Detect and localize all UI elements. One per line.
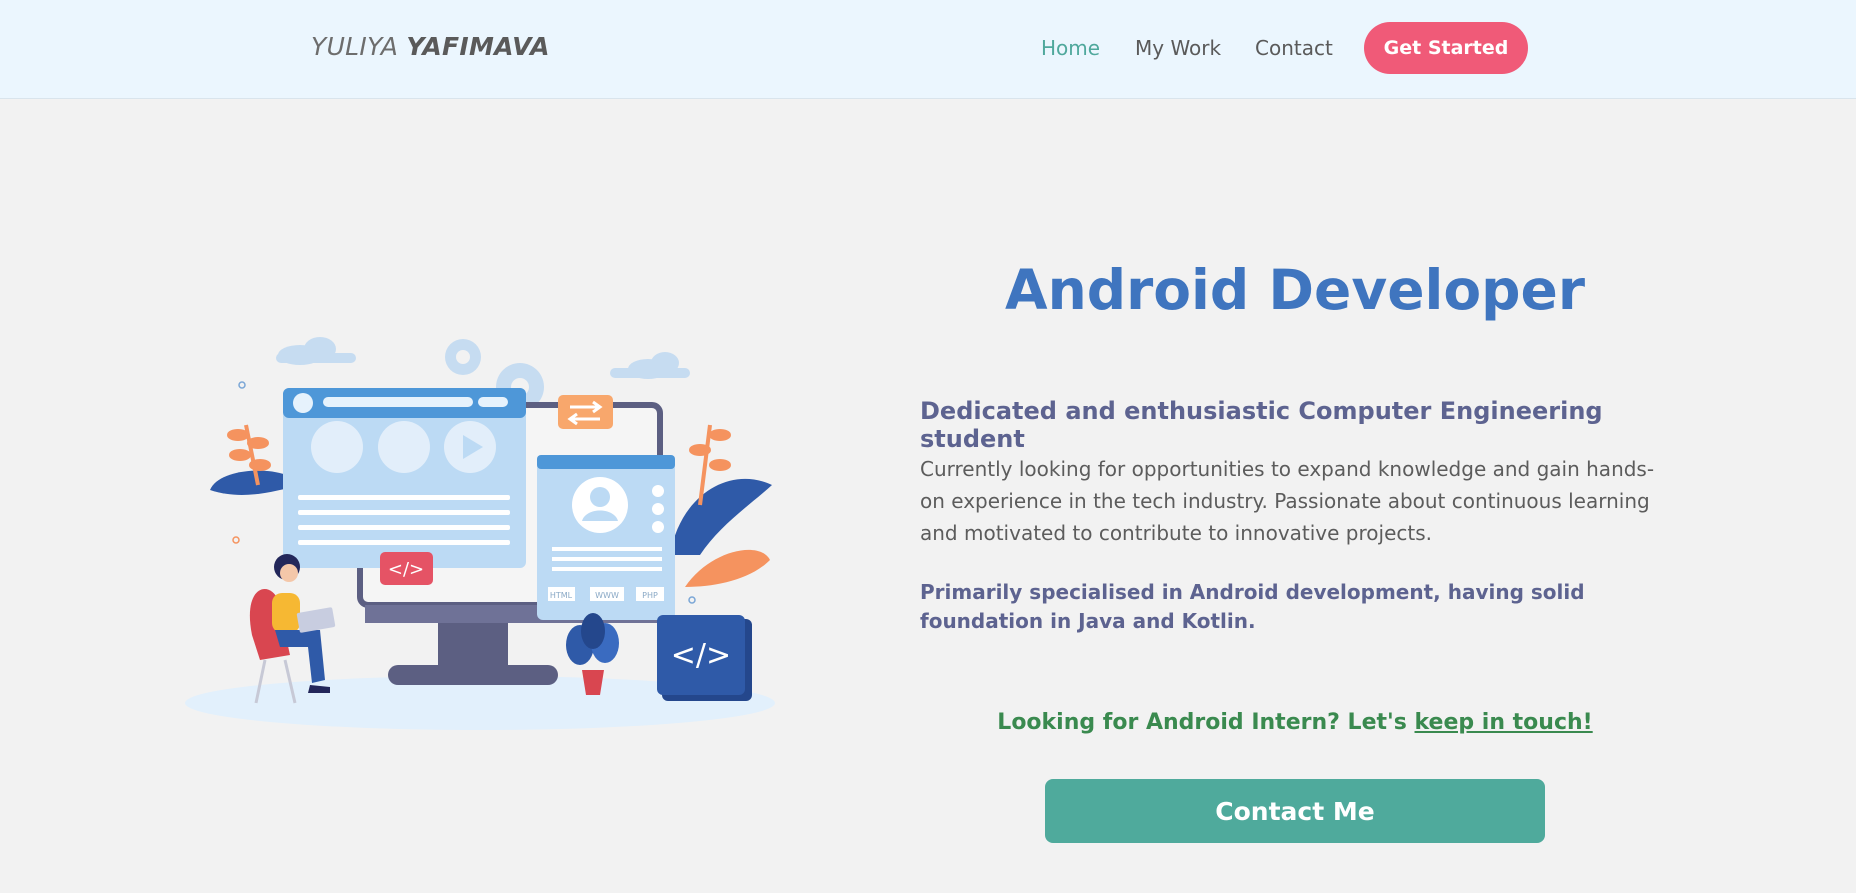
leaf-right-orange	[685, 549, 770, 587]
hero-specialisation: Primarily specialised in Android develop…	[920, 580, 1585, 633]
music-icon	[311, 421, 363, 473]
developer-workspace-illustration: </> HTML WWW PHP </>	[185, 337, 775, 730]
brand-logo[interactable]: YULIYA YAFIMAVA	[311, 32, 550, 61]
page-title: Android Developer	[1005, 258, 1585, 322]
keep-in-touch-link[interactable]: keep in touch!	[1415, 710, 1593, 735]
nav-link-home[interactable]: Home	[1041, 36, 1100, 60]
brand-last-name: YAFIMAVA	[406, 32, 550, 61]
get-started-button[interactable]: Get Started	[1364, 22, 1528, 74]
laptop-icon	[296, 607, 336, 633]
intern-cta-text: Looking for Android Intern? Let's keep i…	[920, 710, 1670, 735]
nav-link-contact[interactable]: Contact	[1255, 36, 1333, 60]
decor-dot	[232, 536, 240, 544]
web-tag-html: HTML	[550, 591, 573, 600]
browser-window	[283, 388, 526, 568]
code-box-blue-label: </>	[671, 638, 731, 673]
monitor-base	[388, 665, 558, 685]
web-tag-www: WWW	[595, 591, 619, 600]
code-badge-red-label: </>	[388, 559, 424, 580]
leaf-right-dark	[670, 478, 772, 555]
gear-icon	[445, 339, 481, 375]
decor-dot	[238, 381, 246, 389]
hero-description: Currently looking for opportunities to e…	[920, 457, 1655, 545]
profile-window: HTML WWW PHP	[537, 455, 675, 620]
web-tag-php: PHP	[642, 591, 658, 600]
cloud-icon	[610, 352, 690, 379]
sync-arrows-icon	[558, 395, 613, 429]
navbar: YULIYA YAFIMAVA Home My Work Contact Get…	[0, 0, 1856, 99]
hero-subtitle: Dedicated and enthusiastic Computer Engi…	[920, 397, 1603, 453]
gear-icon	[378, 421, 430, 473]
cloud-icon	[276, 337, 356, 365]
decor-dot	[688, 596, 696, 604]
brand-first-name: YULIYA	[311, 32, 399, 61]
contact-me-button[interactable]: Contact Me	[1045, 779, 1545, 843]
nav-link-my-work[interactable]: My Work	[1135, 36, 1221, 60]
intern-cta-prefix: Looking for Android Intern? Let's	[997, 710, 1407, 735]
